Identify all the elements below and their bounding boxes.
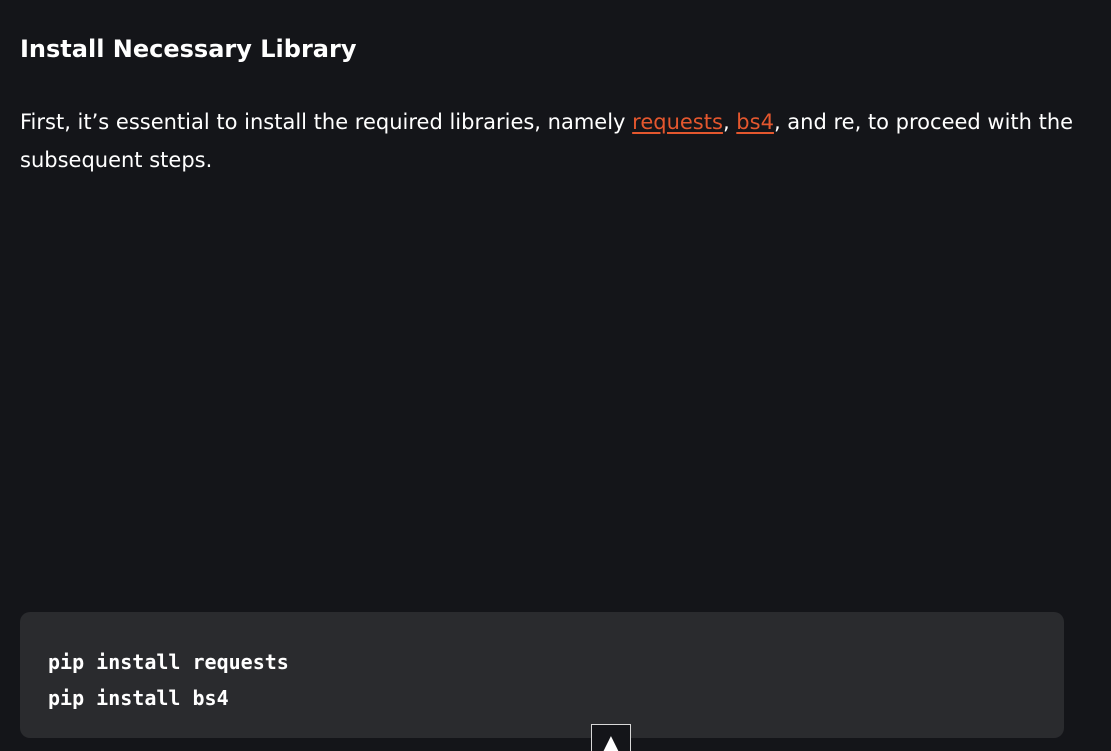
code-line: pip install requests	[48, 650, 289, 674]
paragraph-separator: ,	[722, 110, 737, 134]
code-block: pip install requests pip install bs4	[20, 612, 1064, 738]
bs4-link[interactable]: bs4	[736, 110, 774, 134]
scroll-to-top-button[interactable]: ▲	[591, 724, 631, 751]
arrow-up-icon: ▲	[603, 730, 619, 751]
paragraph-text-before: First, it’s essential to install the req…	[20, 110, 633, 134]
section-heading: Install Necessary Library	[20, 35, 357, 63]
page: Install Necessary Library First, it’s es…	[0, 0, 1111, 751]
code-line: pip install bs4	[48, 686, 229, 710]
requests-link[interactable]: requests	[632, 110, 723, 134]
intro-paragraph: First, it’s essential to install the req…	[20, 103, 1080, 179]
